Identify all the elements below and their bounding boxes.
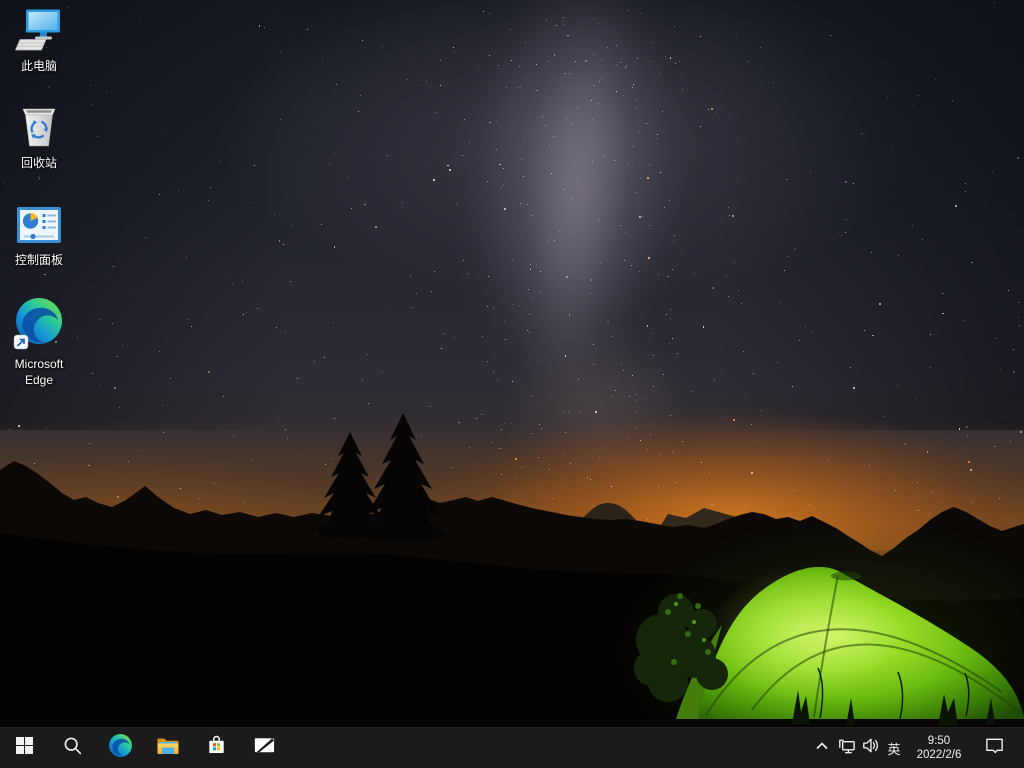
desktop-icon-control-panel[interactable]: 控制面板 xyxy=(2,204,76,269)
language-label: 英 xyxy=(887,739,900,758)
wallpaper xyxy=(0,0,1024,728)
action-center-icon xyxy=(984,735,1005,761)
clock-date: 2022/2/6 xyxy=(906,748,972,762)
network-icon xyxy=(836,735,857,761)
speaker-icon xyxy=(860,735,881,761)
this-pc-icon xyxy=(12,8,66,57)
windows-logo-icon xyxy=(16,737,33,759)
control-panel-icon xyxy=(16,204,62,251)
taskbar-store-button[interactable] xyxy=(192,728,240,768)
volume-tray-button[interactable] xyxy=(858,728,882,768)
chevron-up-icon xyxy=(812,736,832,761)
system-tray: 英 9:50 2022/2/6 xyxy=(810,728,1024,768)
pine-trees xyxy=(318,413,443,542)
desktop-icon-label: 回收站 xyxy=(21,156,57,172)
folder-icon xyxy=(156,735,180,762)
start-button[interactable] xyxy=(0,728,48,768)
action-center-button[interactable] xyxy=(972,728,1016,768)
desktop[interactable]: 此电脑 xyxy=(0,0,1024,768)
mountain-silhouette xyxy=(0,0,1024,728)
search-icon xyxy=(63,736,82,760)
desktop-icon-label: 此电脑 xyxy=(21,59,57,75)
taskbar-edge-button[interactable] xyxy=(96,728,144,768)
desktop-icon-label: Microsoft Edge xyxy=(2,357,76,389)
microsoft-edge-icon xyxy=(13,296,65,355)
desktop-icon-microsoft-edge[interactable]: Microsoft Edge xyxy=(2,296,76,389)
envelope-icon xyxy=(253,734,276,762)
store-bag-icon xyxy=(205,734,228,762)
recycle-bin-icon xyxy=(16,99,62,154)
desktop-icon-this-pc[interactable]: 此电脑 xyxy=(2,8,76,75)
network-tray-button[interactable] xyxy=(834,728,858,768)
search-button[interactable] xyxy=(48,728,96,768)
taskbar-mail-button[interactable] xyxy=(240,728,288,768)
clock-time: 9:50 xyxy=(906,734,972,748)
input-language-indicator[interactable]: 英 xyxy=(882,728,906,768)
taskbar-clock[interactable]: 9:50 2022/2/6 xyxy=(906,728,972,768)
taskbar: 英 9:50 2022/2/6 xyxy=(0,727,1024,768)
taskbar-file-explorer-button[interactable] xyxy=(144,728,192,768)
edge-icon xyxy=(108,733,133,763)
show-hidden-icons-button[interactable] xyxy=(810,728,834,768)
desktop-icon-label: 控制面板 xyxy=(15,253,63,269)
desktop-icon-recycle-bin[interactable]: 回收站 xyxy=(2,99,76,172)
